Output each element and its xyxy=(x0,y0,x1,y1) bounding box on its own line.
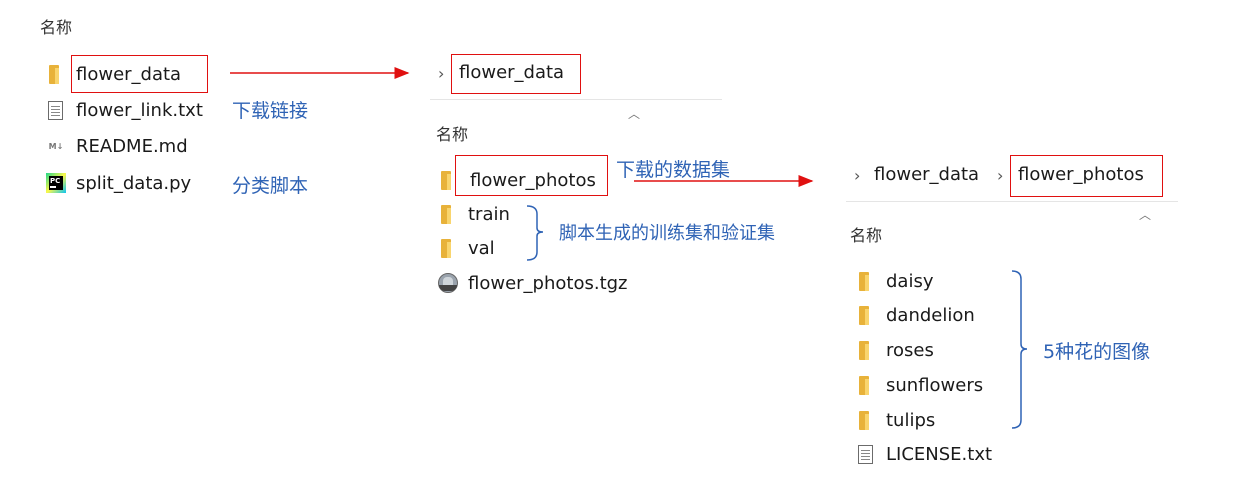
item-label: split_data.py xyxy=(76,172,192,194)
item-label: roses xyxy=(886,339,934,361)
list-item[interactable]: flower_photos.tgz xyxy=(438,268,628,298)
annotation-split-script: 分类脚本 xyxy=(232,175,309,197)
item-label: train xyxy=(468,203,510,225)
annotation-generated-sets: 脚本生成的训练集和验证集 xyxy=(559,223,775,244)
item-label: tulips xyxy=(886,409,936,431)
breadcrumb-chevron-icon: › xyxy=(854,166,861,185)
highlight-box xyxy=(455,155,608,196)
folder-icon xyxy=(856,410,876,430)
breadcrumb-chevron-icon: › xyxy=(997,166,1004,185)
markdown-file-icon: M↓ xyxy=(48,141,64,151)
annotation-download-link: 下载链接 xyxy=(232,100,309,122)
item-label: flower_link.txt xyxy=(76,99,203,121)
highlight-box xyxy=(451,54,581,94)
list-item[interactable]: val xyxy=(438,233,495,263)
item-label: flower_photos.tgz xyxy=(468,272,628,294)
column-header-name[interactable]: 名称 xyxy=(850,222,882,246)
folder-icon xyxy=(856,375,876,395)
column-header-name[interactable]: 名称 xyxy=(40,14,72,38)
list-item[interactable]: flower_link.txt xyxy=(46,95,203,125)
highlight-box xyxy=(1010,155,1163,197)
text-file-icon xyxy=(858,444,873,464)
list-item[interactable]: sunflowers xyxy=(856,370,983,400)
item-label: sunflowers xyxy=(886,374,984,396)
list-item[interactable]: M↓ README.md xyxy=(46,131,188,161)
breadcrumb-item[interactable]: flower_data xyxy=(874,164,979,185)
header-divider xyxy=(430,99,722,100)
folder-icon xyxy=(438,204,458,224)
folder-icon xyxy=(46,64,66,84)
text-file-icon xyxy=(48,100,63,120)
list-item[interactable]: roses xyxy=(856,335,934,365)
folder-icon xyxy=(856,340,876,360)
archive-icon xyxy=(438,273,458,293)
sort-caret-icon[interactable]: ︿ xyxy=(1139,206,1151,223)
folder-icon xyxy=(856,271,876,291)
sort-caret-icon[interactable]: ︿ xyxy=(628,105,640,122)
column-header-name[interactable]: 名称 xyxy=(436,121,468,145)
item-label: LICENSE.txt xyxy=(886,443,993,465)
list-item[interactable]: LICENSE.txt xyxy=(856,439,992,469)
item-label: val xyxy=(468,237,495,259)
annotation-downloaded-dataset: 下载的数据集 xyxy=(616,159,731,181)
item-label: dandelion xyxy=(886,304,975,326)
list-item[interactable]: daisy xyxy=(856,266,934,296)
breadcrumb-chevron-icon: › xyxy=(438,64,445,83)
item-label: README.md xyxy=(76,135,188,157)
item-label: daisy xyxy=(886,270,934,292)
list-item[interactable]: tulips xyxy=(856,405,935,435)
highlight-box xyxy=(71,55,208,93)
annotation-flower-images: 5种花的图像 xyxy=(1043,341,1151,363)
pycharm-file-icon: PC xyxy=(46,173,66,193)
brace-train-val xyxy=(526,205,544,261)
brace-flower-folders xyxy=(1011,270,1028,429)
list-item[interactable]: dandelion xyxy=(856,300,975,330)
header-divider xyxy=(846,201,1178,202)
list-item[interactable]: train xyxy=(438,199,510,229)
list-item[interactable]: PC split_data.py xyxy=(46,168,191,198)
folder-icon xyxy=(856,305,876,325)
folder-icon xyxy=(438,238,458,258)
